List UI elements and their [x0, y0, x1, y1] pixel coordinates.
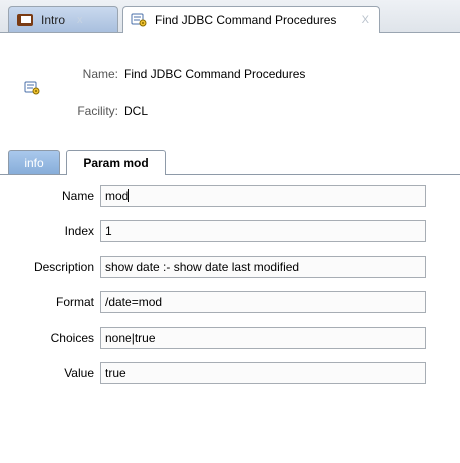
header-facility-row: Facility: DCL: [64, 104, 148, 118]
format-row: Format /date=mod: [0, 291, 460, 315]
header-facility-value: DCL: [124, 104, 149, 118]
index-input[interactable]: 1: [100, 220, 426, 242]
tab-find-jdbc-label: Find JDBC Command Procedures: [155, 13, 337, 27]
choices-row: Choices none|true: [0, 327, 460, 351]
tab-find-jdbc[interactable]: Find JDBC Command Procedures X: [122, 6, 380, 33]
text-caret: [128, 189, 130, 202]
name-label: Name: [61, 189, 94, 203]
detail-tab-strip: info Param mod: [0, 147, 460, 175]
format-input[interactable]: /date=mod: [100, 291, 426, 313]
format-label: Format: [55, 295, 94, 309]
name-input-text: mod: [105, 189, 129, 203]
value-label: Value: [64, 366, 94, 380]
choices-input[interactable]: none|true: [100, 327, 426, 349]
value-row: Value true: [0, 362, 460, 386]
book-icon: [17, 13, 35, 27]
name-row: Name mod: [0, 185, 460, 209]
close-icon[interactable]: x: [77, 14, 83, 26]
description-input[interactable]: show date :- show date last modified: [100, 256, 426, 278]
tab-info[interactable]: info: [8, 150, 60, 174]
tab-intro[interactable]: Intro x: [8, 6, 118, 32]
name-input[interactable]: mod: [100, 185, 426, 207]
tab-param-mod[interactable]: Param mod: [66, 150, 166, 175]
header-name-label: Name:: [82, 67, 118, 81]
procedure-icon: [24, 80, 42, 99]
index-row: Index 1: [0, 220, 460, 244]
header-name-row: Name: Find JDBC Command Procedures: [64, 67, 306, 81]
value-input[interactable]: true: [100, 362, 426, 384]
editor-tab-strip: Intro x Find JDBC Command Procedures X: [0, 0, 460, 33]
header-facility-label: Facility:: [77, 104, 118, 118]
tab-intro-label: Intro: [41, 12, 66, 27]
header-name-value: Find JDBC Command Procedures: [124, 67, 306, 81]
description-label: Description: [33, 260, 94, 274]
choices-label: Choices: [50, 331, 94, 345]
procedure-icon: [131, 12, 149, 28]
description-row: Description show date :- show date last …: [0, 256, 460, 280]
index-label: Index: [64, 224, 94, 238]
close-icon[interactable]: X: [362, 14, 369, 26]
